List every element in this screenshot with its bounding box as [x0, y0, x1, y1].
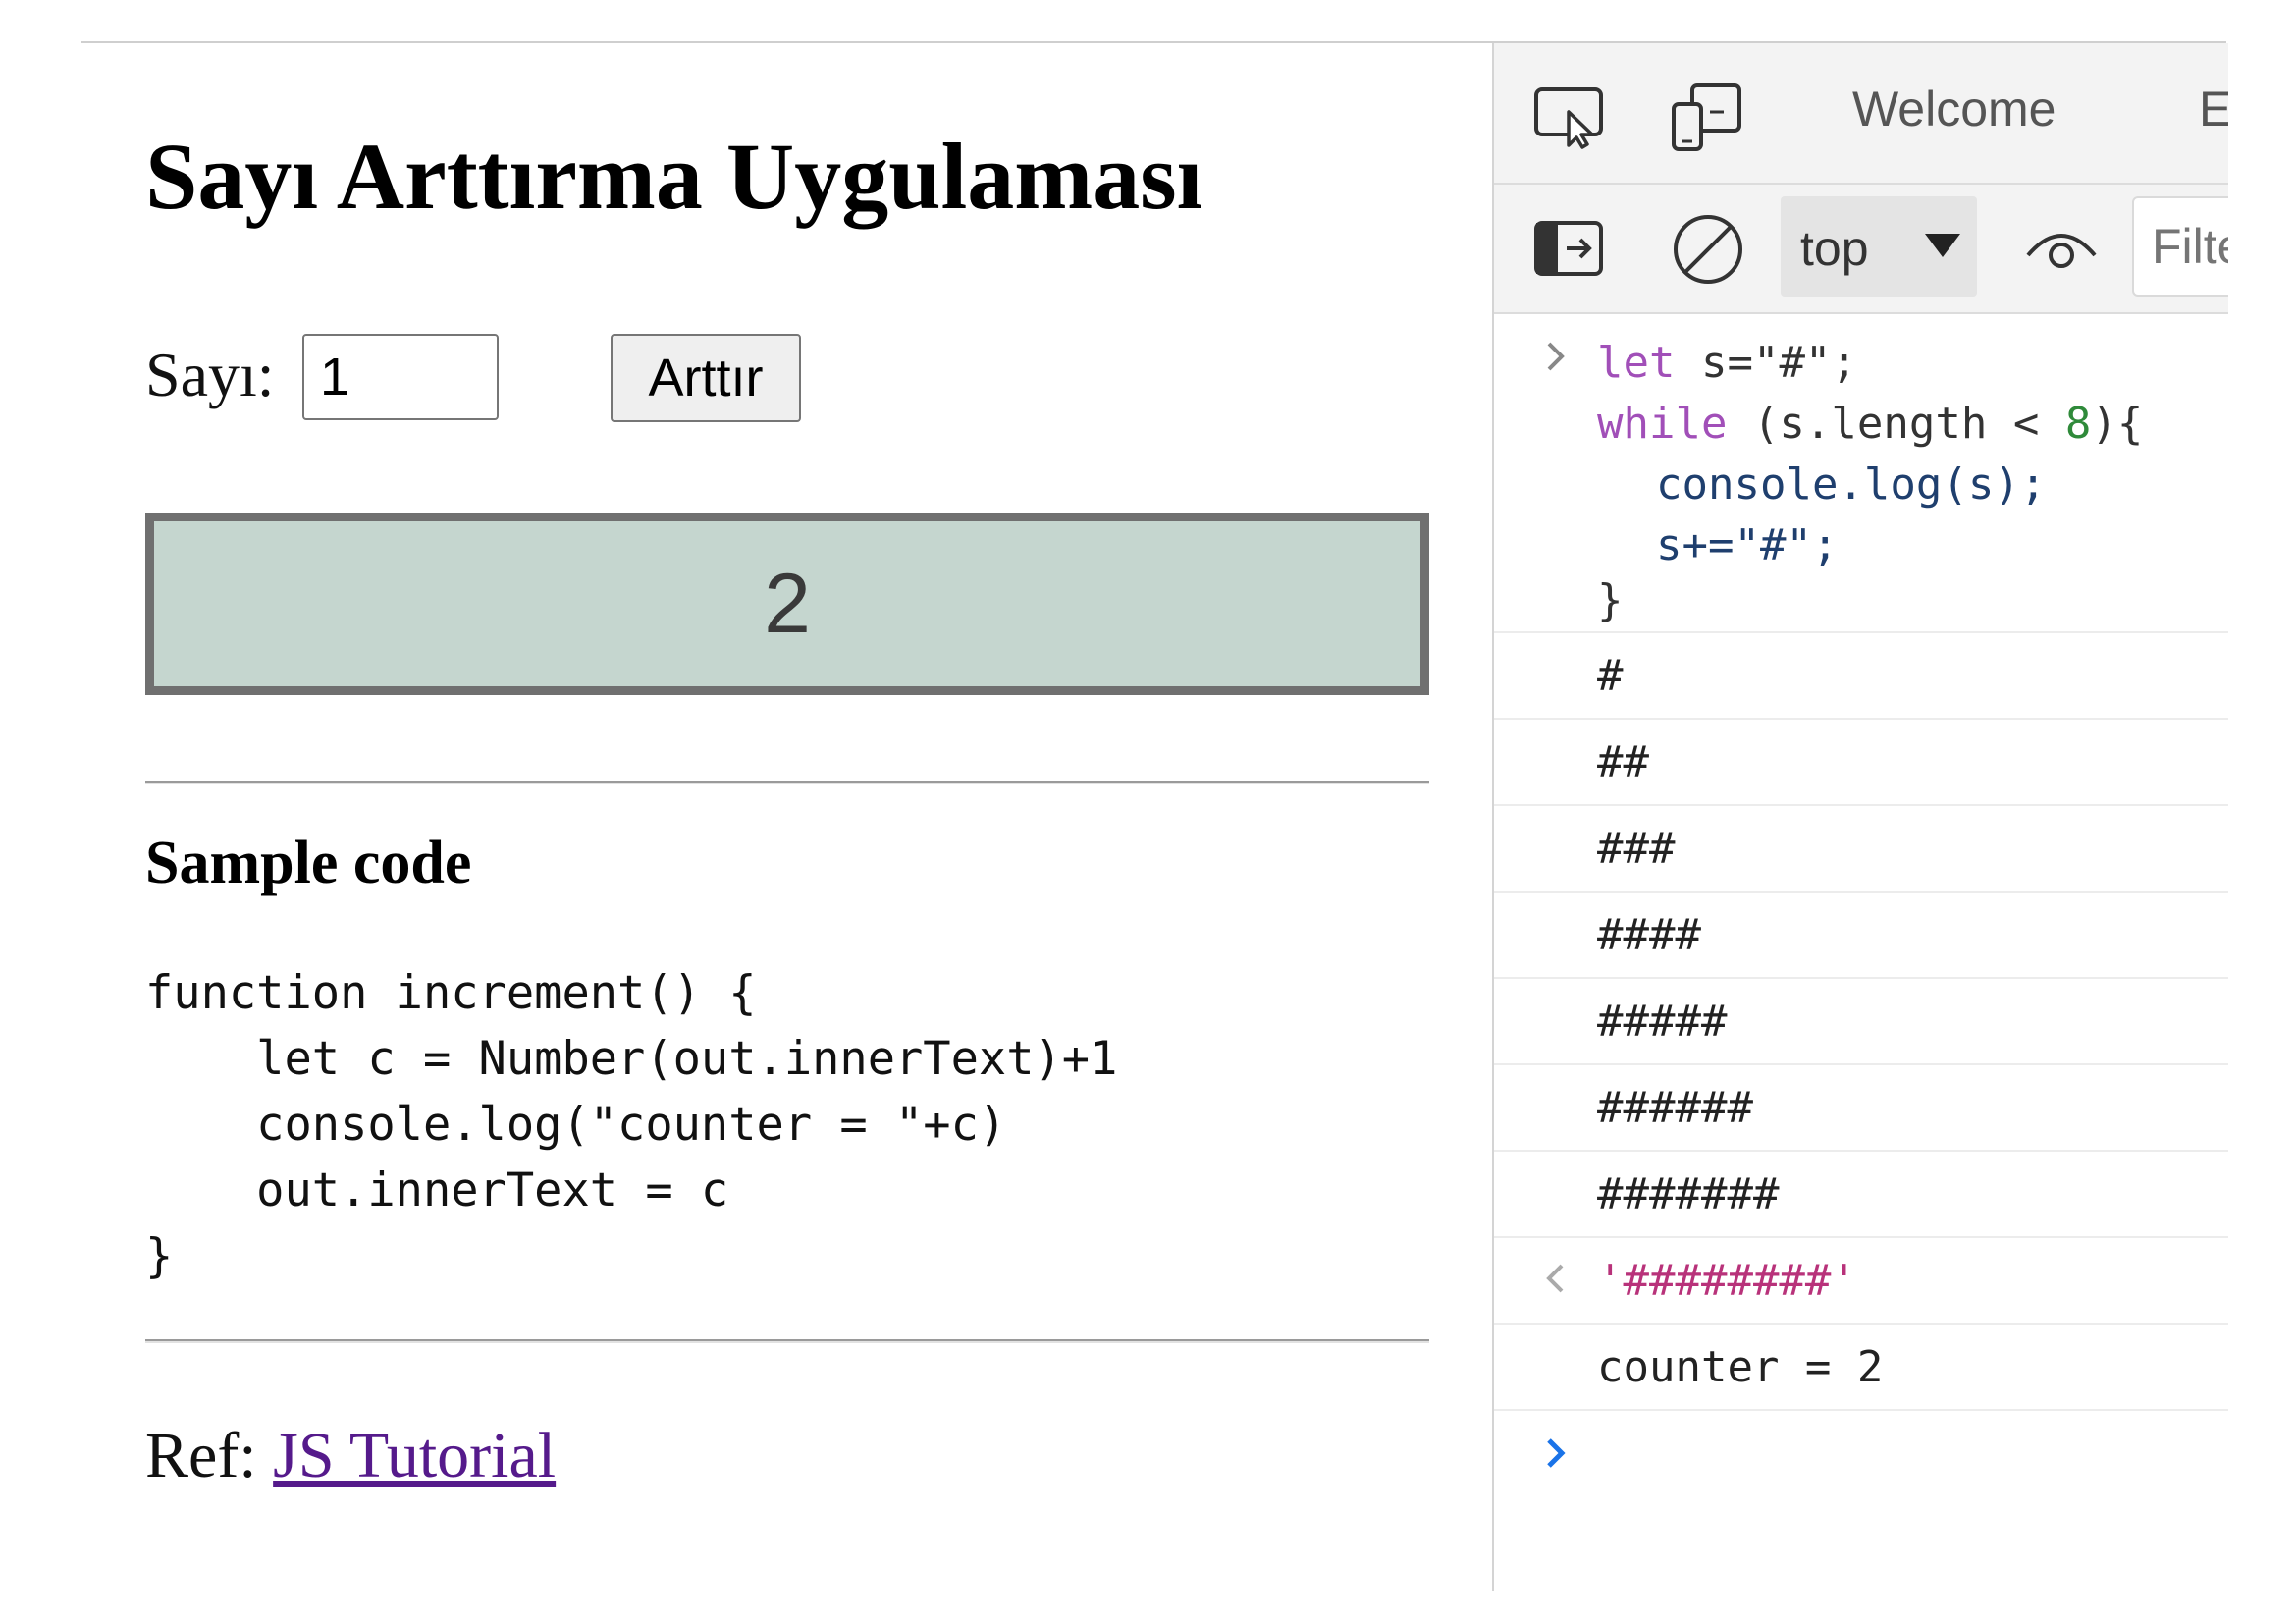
- tab-welcome[interactable]: Welcome: [1852, 84, 2056, 134]
- inspect-element-icon[interactable]: [1533, 86, 1606, 149]
- console-log-entry: counter = 2: [1494, 1325, 2228, 1411]
- reference-row: Ref: JS Tutorial: [145, 1424, 556, 1488]
- counter-output: 2: [145, 513, 1429, 695]
- context-value: top: [1800, 221, 1869, 276]
- device-emulation-icon[interactable]: [1671, 82, 1743, 153]
- chevron-down-icon: [1925, 234, 1960, 257]
- console-code-line: console.log(s);: [1656, 460, 2047, 510]
- console-code-line: s+="#";: [1656, 520, 1839, 570]
- number-label: Sayı:: [145, 340, 275, 409]
- devtools-panel: Welcome E top let s="#";: [1492, 43, 2228, 1591]
- console-log-entry: #####: [1494, 979, 2228, 1065]
- live-expression-eye-icon[interactable]: [2024, 222, 2099, 277]
- increment-button[interactable]: Arttır: [611, 334, 801, 422]
- console-log-entry: ###: [1494, 806, 2228, 893]
- divider: [145, 781, 1429, 784]
- console-toolbar: top: [1494, 185, 2228, 314]
- code-line: function increment() {: [145, 966, 757, 1020]
- sample-code-title: Sample code: [145, 830, 472, 896]
- filter-input[interactable]: [2132, 196, 2228, 297]
- prompt-chevron-icon: [1547, 1438, 1566, 1468]
- page-title: Sayı Arttırma Uygulaması: [145, 124, 1203, 229]
- code-line: out.innerText = c: [145, 1163, 729, 1217]
- sample-code-block: function increment() { let c = Number(ou…: [145, 960, 1323, 1289]
- context-selector[interactable]: top: [1781, 196, 1977, 297]
- js-tutorial-link[interactable]: JS Tutorial: [273, 1420, 556, 1491]
- number-input[interactable]: [302, 334, 499, 420]
- console-code-line: let s="#";: [1597, 338, 1857, 388]
- code-line: console.log("counter = "+c): [145, 1098, 1007, 1152]
- tab-elements[interactable]: E: [2199, 84, 2228, 134]
- code-line: let c = Number(out.innerText)+1: [145, 1032, 1118, 1086]
- web-page: Sayı Arttırma Uygulaması Sayı: Arttır 2 …: [0, 0, 1492, 1623]
- devtools-tab-bar: Welcome E: [1494, 43, 2228, 185]
- console-log-entry: ######: [1494, 1065, 2228, 1152]
- console-input-entry: let s="#"; while (s.length < 8){ console…: [1494, 312, 2228, 633]
- console-log-entry: ##: [1494, 720, 2228, 806]
- console-log-entry: #######: [1494, 1152, 2228, 1238]
- chevron-right-icon: [1547, 342, 1565, 371]
- console-return-entry: '########': [1494, 1238, 2228, 1325]
- ref-label: Ref:: [145, 1420, 257, 1491]
- chevron-left-icon: [1546, 1264, 1564, 1293]
- console-code-line: }: [1597, 575, 1624, 625]
- divider: [145, 1339, 1429, 1343]
- increment-form: Sayı: Arttır: [145, 334, 832, 424]
- console-output: let s="#"; while (s.length < 8){ console…: [1494, 312, 2228, 1499]
- console-code-line: while (s.length < 8){: [1597, 399, 2144, 449]
- sidebar-toggle-icon[interactable]: [1533, 220, 1606, 279]
- console-log-entry: ####: [1494, 893, 2228, 979]
- console-prompt[interactable]: [1494, 1411, 2228, 1499]
- clear-console-icon[interactable]: [1671, 212, 1745, 287]
- code-line: }: [145, 1229, 174, 1283]
- console-log-entry: #: [1494, 633, 2228, 720]
